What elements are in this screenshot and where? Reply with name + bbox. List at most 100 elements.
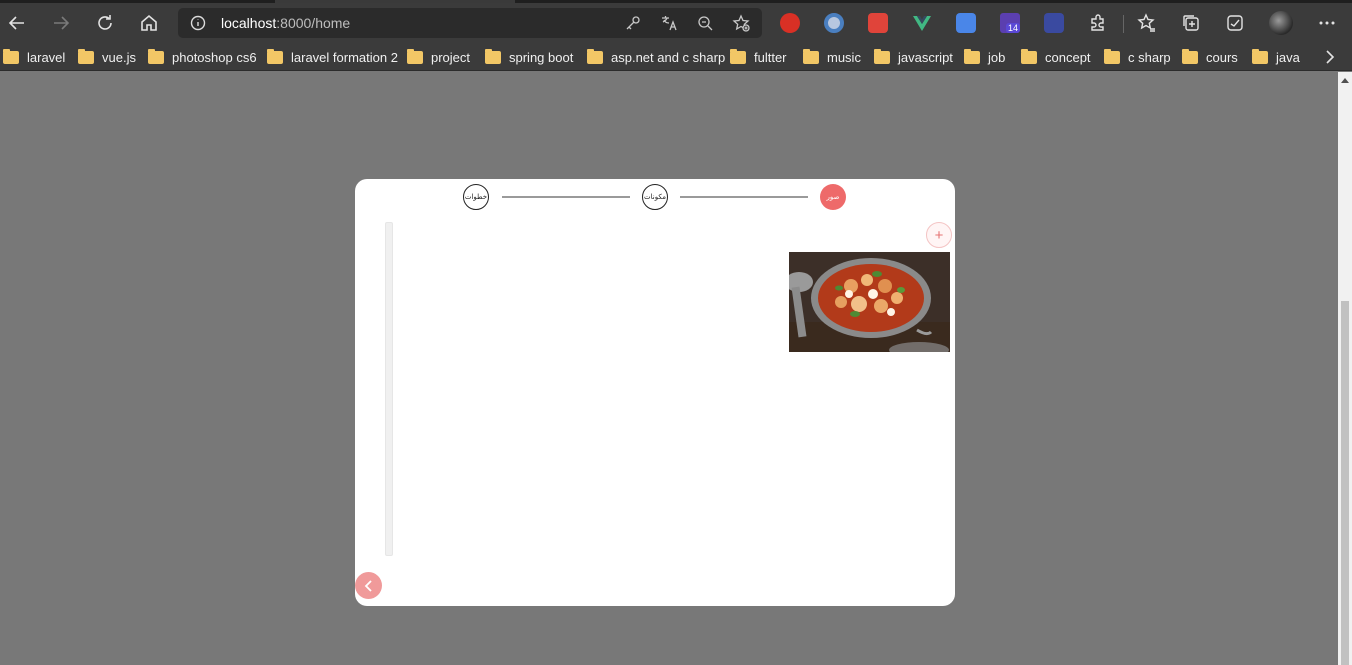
bookmark-folder[interactable]: asp.net and c sharp — [587, 48, 725, 66]
recipe-image[interactable] — [789, 252, 950, 352]
bookmark-folder[interactable]: project — [407, 48, 470, 66]
folder-icon — [78, 48, 94, 64]
bookmark-label: photoshop cs6 — [172, 49, 257, 65]
home-button[interactable] — [135, 9, 163, 37]
step-label: صور — [826, 193, 840, 201]
heart-pulse-icon — [1227, 15, 1243, 31]
back-button[interactable] — [3, 9, 31, 37]
google-translate-extension-icon[interactable] — [956, 13, 976, 33]
folder-icon — [1104, 48, 1120, 64]
bookmarks-bar: laravel vue.js photoshop cs6 laravel for… — [0, 42, 1352, 71]
bookmark-folder[interactable]: vue.js — [78, 48, 136, 66]
previous-step-button[interactable] — [355, 572, 382, 599]
bookmark-label: laravel — [27, 49, 66, 65]
url-path: :8000/home — [276, 15, 351, 31]
bookmark-folder[interactable]: concept — [1021, 48, 1091, 66]
reload-button[interactable] — [91, 9, 119, 37]
folder-icon — [1252, 48, 1268, 64]
extensions-button[interactable] — [1084, 9, 1112, 37]
bookmark-folder[interactable]: laravel — [3, 48, 65, 66]
scroll-up-icon[interactable] — [1341, 78, 1349, 83]
forward-button[interactable] — [47, 9, 75, 37]
folder-icon — [485, 48, 501, 64]
favorite-add-icon[interactable] — [732, 14, 750, 32]
step-label: خطوات — [464, 193, 488, 201]
home-icon — [141, 14, 157, 31]
toolbar-separator — [1123, 15, 1124, 33]
reload-icon — [98, 15, 112, 30]
folder-icon — [874, 48, 890, 64]
zoom-out-icon[interactable] — [696, 14, 714, 32]
bookmark-folder[interactable]: music — [803, 48, 861, 66]
bookmark-folder[interactable]: photoshop cs6 — [148, 48, 257, 66]
more-horizontal-icon — [1319, 21, 1335, 25]
profile-avatar[interactable] — [1267, 9, 1295, 37]
folder-icon — [1182, 48, 1198, 64]
graduation-extension-icon[interactable]: 14 — [1000, 13, 1021, 33]
folder-icon — [1021, 48, 1037, 64]
browser-toolbar: localhost:8000/home 14 — [0, 3, 1352, 42]
chevron-right-icon[interactable] — [1321, 48, 1339, 66]
adblock-extension-icon[interactable] — [780, 13, 800, 33]
step-images[interactable]: صور — [820, 184, 846, 210]
laravel-extension-icon[interactable] — [868, 13, 888, 33]
url-text[interactable]: localhost:8000/home — [221, 15, 350, 31]
folder-icon — [148, 48, 164, 64]
folder-icon — [587, 48, 603, 64]
arrow-right-icon — [54, 16, 70, 30]
bookmark-folder[interactable]: java — [1252, 48, 1300, 66]
translate-icon[interactable] — [660, 14, 678, 32]
url-host: localhost — [221, 15, 277, 31]
bookmark-label: laravel formation 2 — [291, 49, 398, 65]
step-steps[interactable]: خطوات — [463, 184, 489, 210]
bookmark-folder[interactable]: job — [964, 48, 1005, 66]
folder-icon — [964, 48, 980, 64]
vue-icon — [913, 16, 931, 31]
bookmark-folder[interactable]: laravel formation 2 — [267, 48, 398, 66]
bookmark-label: c sharp — [1128, 49, 1171, 65]
bookmark-folder[interactable]: fultter — [730, 48, 787, 66]
bookmark-label: project — [431, 49, 471, 65]
favorites-button[interactable] — [1133, 9, 1161, 37]
bookmark-folder[interactable]: spring boot — [485, 48, 573, 66]
collections-icon — [1183, 15, 1199, 31]
recipe-wizard-card: خطوات مكونات صور + — [355, 179, 955, 606]
info-icon[interactable] — [190, 15, 206, 31]
step-connector — [680, 196, 808, 198]
puzzle-icon — [1091, 14, 1104, 31]
step-label: مكونات — [644, 193, 666, 201]
bookmark-label: asp.net and c sharp — [611, 49, 726, 65]
step-ingredients[interactable]: مكونات — [642, 184, 668, 210]
bookmark-folder[interactable]: javascript — [874, 48, 953, 66]
chevron-left-icon — [364, 579, 372, 592]
key-icon[interactable] — [624, 14, 642, 32]
vue-devtools-icon[interactable] — [912, 13, 932, 33]
performance-button[interactable] — [1221, 9, 1249, 37]
page-scrollbar[interactable] — [1338, 72, 1352, 665]
folder-icon — [803, 48, 819, 64]
bookmark-folder[interactable]: cours — [1182, 48, 1238, 66]
food-pan-image — [789, 252, 950, 352]
settings-menu-button[interactable] — [1313, 9, 1341, 37]
image-list-scroll-track[interactable] — [385, 222, 393, 556]
folder-icon — [267, 48, 283, 64]
extension-badge: 14 — [1006, 23, 1021, 33]
folder-icon — [730, 48, 746, 64]
step-connector — [502, 196, 630, 198]
bookmark-label: job — [988, 49, 1006, 65]
address-bar[interactable]: localhost:8000/home — [178, 8, 762, 38]
avatar — [1269, 11, 1293, 35]
bookmark-label: cours — [1206, 49, 1238, 65]
plus-icon: + — [934, 226, 944, 244]
circle-extension-icon[interactable] — [824, 13, 844, 33]
collections-button[interactable] — [1177, 9, 1205, 37]
scrollbar-thumb[interactable] — [1341, 301, 1349, 665]
bookmark-label: concept — [1045, 49, 1091, 65]
add-image-button[interactable]: + — [926, 222, 952, 248]
folder-icon — [407, 48, 423, 64]
arrow-left-icon — [8, 16, 24, 30]
chat-extension-icon[interactable] — [1044, 13, 1064, 33]
bookmark-label: music — [827, 49, 861, 65]
bookmark-folder[interactable]: c sharp — [1104, 48, 1171, 66]
bookmark-label: javascript — [898, 49, 953, 65]
